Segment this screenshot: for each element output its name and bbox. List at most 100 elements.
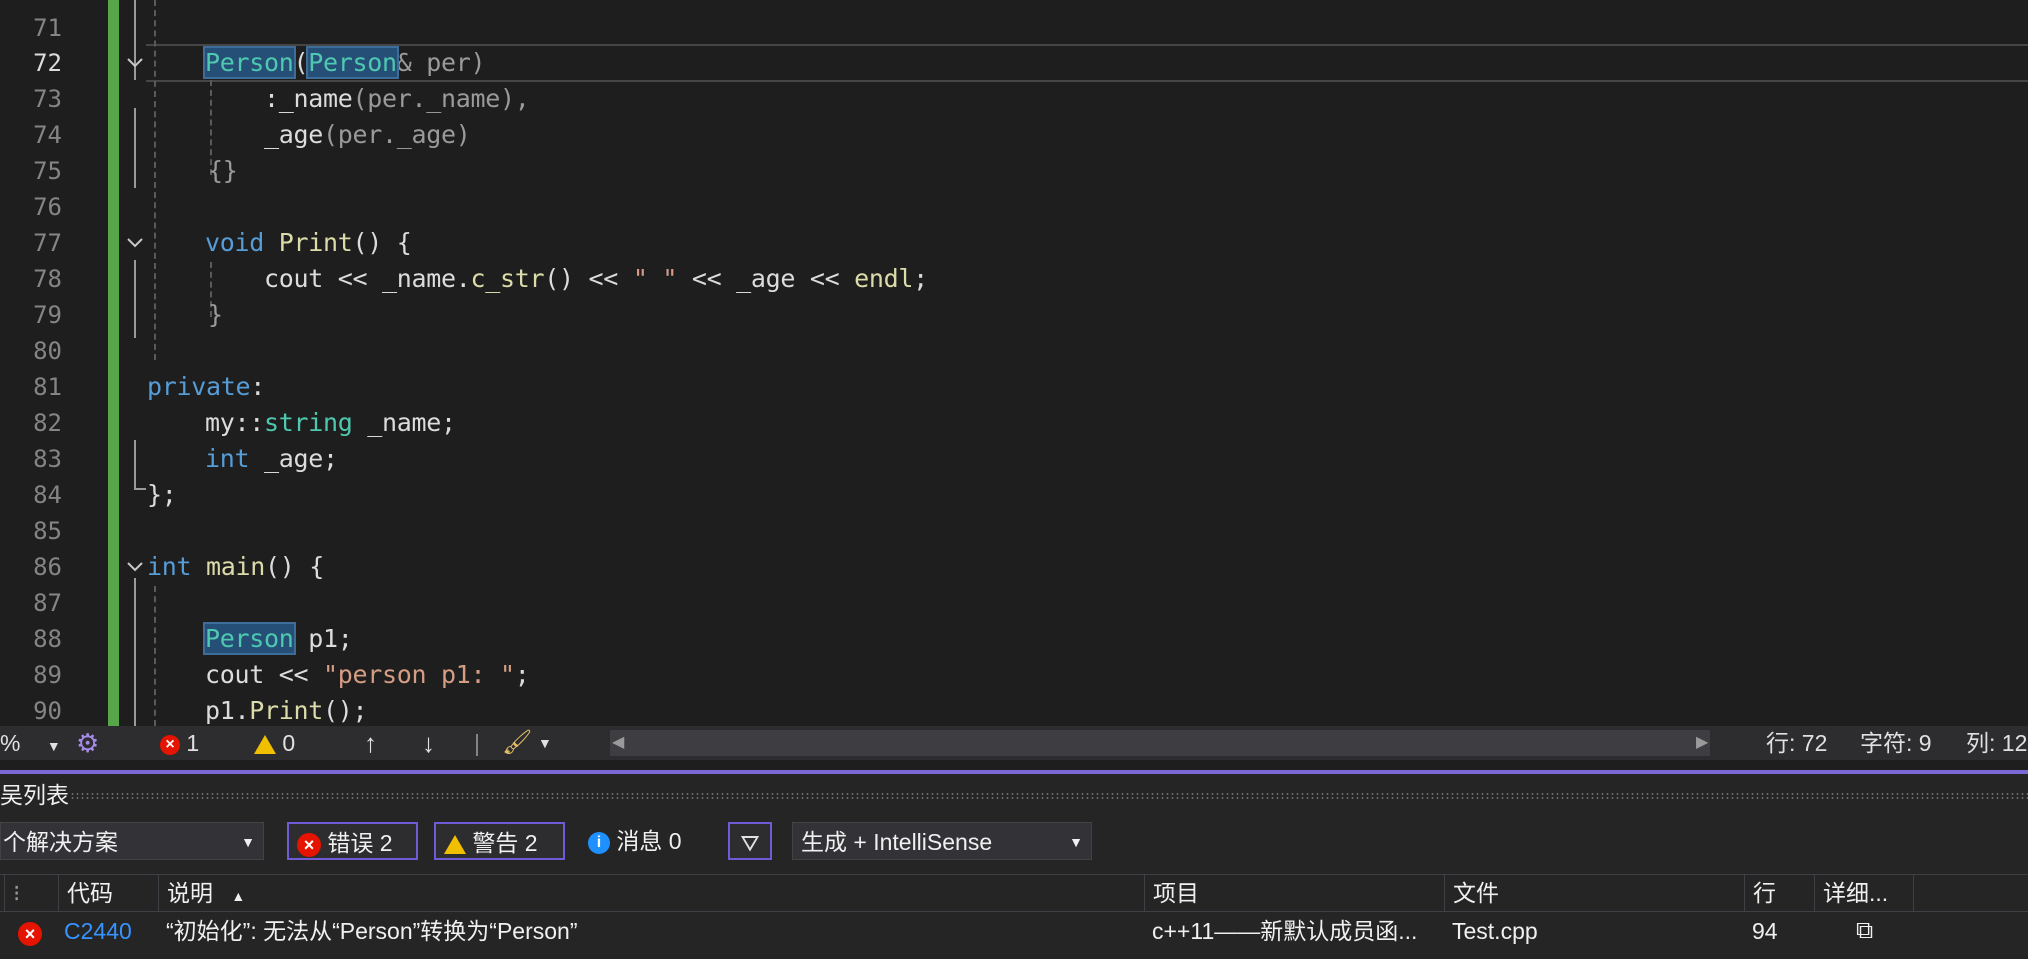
column-detail[interactable]: 详细... (1814, 875, 1914, 911)
panel-grip[interactable] (70, 792, 2028, 800)
table-row[interactable]: × C2440 “初始化”: 无法从“Person”转换为“Person” c+… (0, 911, 2028, 951)
line-number: 77 (33, 229, 62, 257)
code-line: 74 _age(per._age) (0, 117, 2028, 153)
column-description-label: 说明 (167, 880, 213, 906)
code-token: c_str (470, 264, 545, 293)
browse-icon[interactable]: ⧉ (1856, 911, 1873, 951)
column-file[interactable]: 文件 (1444, 875, 1744, 911)
code-line: 78 cout << _name.c_str() << " " << _age … (0, 261, 2028, 297)
code-line: 83 int _age; (0, 441, 2028, 477)
warning-icon (254, 735, 276, 755)
line-number: 82 (33, 409, 62, 437)
cursor-line: 行: 72 (1766, 730, 1828, 756)
code-token: Print (249, 696, 324, 725)
line-number: 86 (33, 553, 62, 581)
code-token: & per) (396, 48, 486, 77)
code-line: 71 (0, 10, 2028, 46)
code-token: (); (323, 696, 368, 725)
code-token: " " (632, 264, 678, 293)
chevron-down-icon[interactable] (124, 231, 146, 253)
error-icon: × (297, 832, 321, 857)
warning-count-value: 0 (282, 730, 296, 756)
code-line: 81 private: (0, 369, 2028, 405)
column-line[interactable]: 行 (1744, 875, 1814, 911)
code-token: int (147, 552, 192, 581)
chevron-down-icon[interactable] (124, 555, 146, 577)
code-token: {} (208, 156, 238, 185)
column-options-icon[interactable]: ⁝ (4, 875, 58, 911)
error-icon: × (160, 734, 180, 755)
code-token: "person p1: " (323, 660, 515, 689)
line-number: 84 (33, 481, 62, 509)
code-token: Person (306, 46, 399, 79)
line-number: 87 (33, 589, 62, 617)
filter-button[interactable]: ⛛ (728, 822, 772, 860)
code-token: ; (913, 264, 928, 293)
code-token: }; (147, 480, 177, 509)
error-list-panel: 吴列表 个解决方案 ▼ × 错误 2 警告 2 i 消息 0 ⛛ 生成 + In… (0, 774, 2028, 959)
column-project[interactable]: 项目 (1144, 875, 1444, 911)
arrow-down-icon[interactable]: ↓ (422, 726, 435, 760)
code-line: 80 (0, 333, 2028, 369)
error-line: 94 (1752, 918, 1778, 944)
line-number: 90 (33, 697, 62, 725)
code-line: 88 Person p1; (0, 621, 2028, 657)
warnings-filter-button[interactable]: 警告 2 (434, 822, 565, 860)
line-number: 73 (33, 85, 62, 113)
code-token: : (250, 372, 266, 401)
code-token: cout << _name. (264, 264, 471, 293)
errors-filter-label: 错误 2 (327, 830, 393, 856)
scroll-left-icon[interactable]: ◀ (612, 726, 624, 760)
filter-icon: ⛛ (740, 830, 760, 856)
zoom-dropdown[interactable]: % ▼ (0, 726, 61, 760)
separator: | (474, 730, 480, 756)
code-token: cout << (205, 660, 324, 689)
cursor-char: 字符: 9 (1860, 730, 1932, 756)
code-token: Person (203, 46, 296, 79)
chevron-down-icon: ▼ (46, 738, 61, 754)
warnings-filter-label: 警告 2 (472, 830, 538, 856)
code-line: 87 (0, 585, 2028, 621)
code-token: (per._name), (352, 84, 530, 113)
code-token: p1; (293, 624, 353, 653)
chevron-down-icon[interactable] (124, 51, 146, 73)
code-token: void (205, 228, 265, 257)
code-editor[interactable]: 71 72 Person(Person& per) 73 :_name(per.… (0, 0, 2028, 726)
code-token: Person (203, 622, 296, 655)
code-token: my:: (205, 408, 265, 437)
column-code[interactable]: 代码 (58, 875, 158, 911)
code-line: 82 my::string _name; (0, 405, 2028, 441)
column-description[interactable]: 说明 ▲ (158, 875, 1144, 911)
line-number: 80 (33, 337, 62, 365)
errors-filter-button[interactable]: × 错误 2 (287, 822, 418, 860)
code-line: 79 } (0, 297, 2028, 333)
brush-icon[interactable]: 🖌 (502, 726, 532, 760)
code-line: 85 (0, 513, 2028, 549)
code-line: 76 (0, 189, 2028, 225)
editor-status-strip: % ▼ ⚙ × 1 0 ↑ ↓ | 🖌 ▼ ◀ ▶ 行: 72 字符: 9 列:… (0, 726, 2028, 760)
intellicode-icon[interactable]: ⚙ (76, 726, 99, 760)
build-intellisense-dropdown[interactable]: 生成 + IntelliSense ▼ (792, 822, 1092, 860)
error-count[interactable]: × 1 (160, 726, 199, 760)
code-token: _name; (352, 408, 456, 437)
warning-count[interactable]: 0 (254, 726, 295, 760)
panel-title: 吴列表 (0, 782, 69, 808)
code-token: ( (293, 48, 309, 77)
messages-filter-label: 消息 0 (616, 828, 682, 854)
error-code-link[interactable]: C2440 (64, 911, 132, 951)
code-token: string (264, 408, 353, 437)
scroll-right-icon[interactable]: ▶ (1696, 726, 1708, 760)
arrow-up-icon[interactable]: ↑ (364, 726, 377, 760)
line-number: 83 (33, 445, 62, 473)
code-token: endl (854, 264, 914, 293)
code-token: private (147, 372, 251, 401)
code-token: Print (278, 228, 353, 257)
build-filter-value: 生成 + IntelliSense (801, 829, 993, 855)
scope-dropdown[interactable]: 个解决方案 ▼ (0, 822, 264, 860)
horizontal-scrollbar[interactable] (610, 730, 1710, 756)
chevron-down-icon[interactable]: ▼ (538, 726, 552, 760)
messages-filter-button[interactable]: i 消息 0 (588, 822, 708, 860)
code-token: : (264, 84, 279, 113)
line-number: 72 (33, 49, 62, 77)
line-number: 88 (33, 625, 62, 653)
